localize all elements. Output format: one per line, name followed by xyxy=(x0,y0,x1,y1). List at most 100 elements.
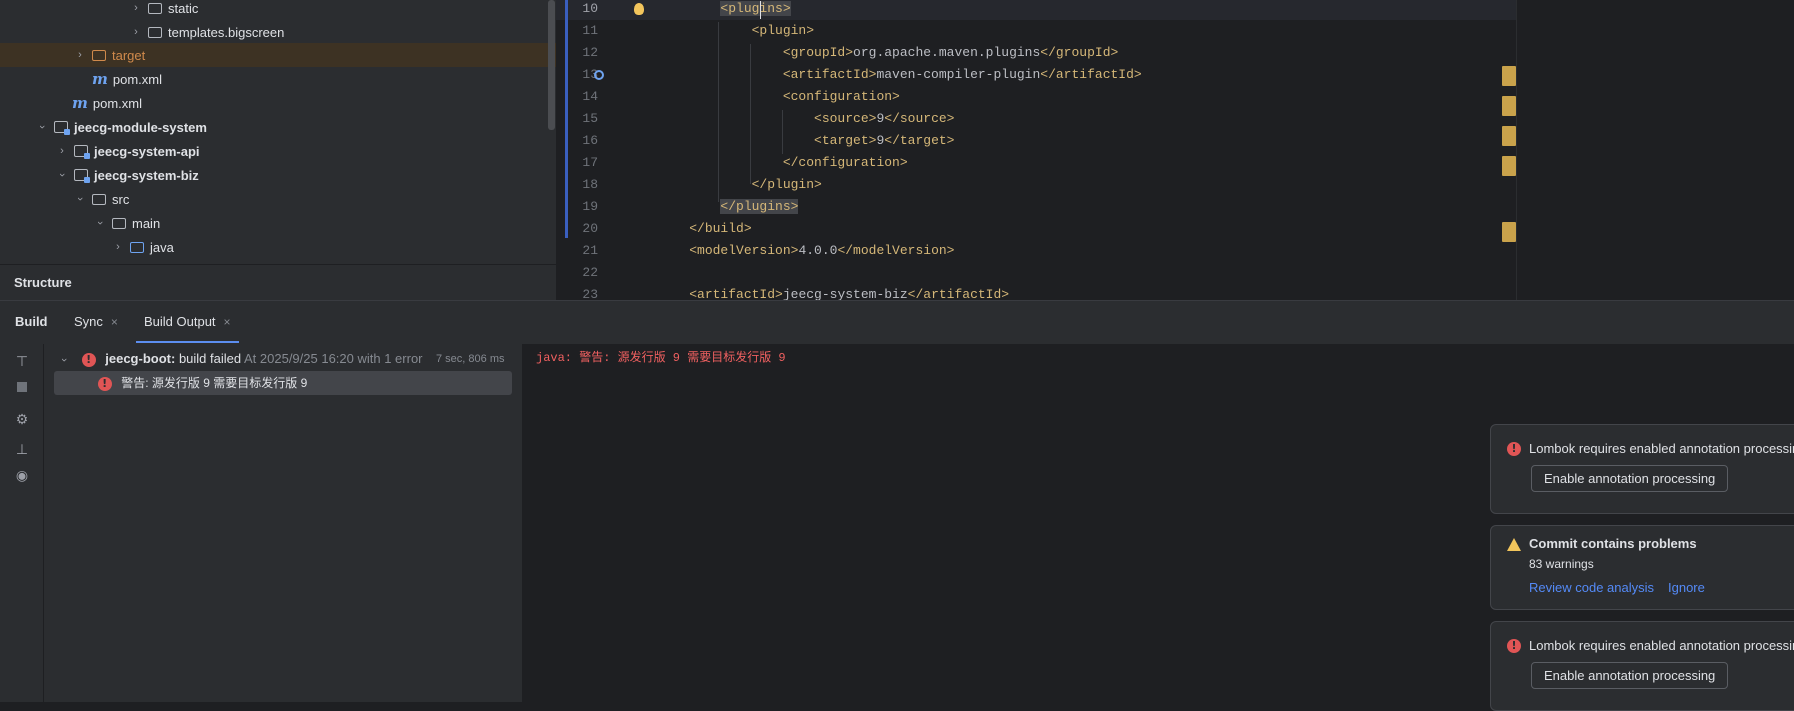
tree-item-label: src xyxy=(112,191,130,207)
chevron-right-icon[interactable]: › xyxy=(110,241,126,253)
code-line[interactable]: 11 <plugin> xyxy=(556,20,1516,42)
tree-item-templates-bigscreen[interactable]: › templates.bigscreen xyxy=(0,20,556,44)
error-icon: ! xyxy=(1507,442,1521,456)
close-icon[interactable]: × xyxy=(111,315,118,329)
tree-scrollbar[interactable] xyxy=(548,0,555,130)
tree-item-label: jeecg-module-system xyxy=(74,119,207,135)
tree-item-label: jeecg-system-api xyxy=(94,143,200,159)
change-marker[interactable] xyxy=(1502,66,1516,86)
stop-icon[interactable] xyxy=(13,378,31,396)
folder-icon xyxy=(112,217,126,229)
line-number: 13 xyxy=(582,67,598,82)
folder-icon xyxy=(92,193,106,205)
chevron-right-icon[interactable]: › xyxy=(128,26,144,38)
chevron-right-icon[interactable]: › xyxy=(72,49,88,61)
build-error-text: 警告: 源发行版 9 需要目标发行版 9 xyxy=(121,376,308,390)
tree-item-label: templates.bigscreen xyxy=(168,24,285,40)
code-line[interactable]: 18 </plugin> xyxy=(556,174,1516,196)
enable-annotation-processing-button[interactable]: Enable annotation processing xyxy=(1531,662,1729,689)
console-error-line: java: 警告: 源发行版 9 需要目标发行版 9 xyxy=(536,351,786,365)
project-tree: › static › templates.bigscreen › target … xyxy=(0,0,556,264)
chevron-down-icon[interactable]: › xyxy=(36,119,48,135)
review-code-analysis-link[interactable]: Review code analysis xyxy=(1529,580,1654,595)
change-marker[interactable] xyxy=(1502,222,1516,242)
folder-icon xyxy=(130,241,144,253)
eye-icon[interactable]: ◉ xyxy=(13,466,31,484)
chevron-down-icon[interactable]: › xyxy=(56,167,68,183)
line-number: 16 xyxy=(582,133,598,148)
folder-icon xyxy=(148,2,162,14)
maven-icon: m xyxy=(72,94,88,112)
line-number: 19 xyxy=(582,199,598,214)
pin-icon[interactable]: ⊥ xyxy=(13,440,31,458)
tree-item-jeecg-system-api[interactable]: › jeecg-system-api xyxy=(0,139,556,163)
code-line[interactable]: 19 </plugins> xyxy=(556,196,1516,218)
build-time: At 2025/9/25 16:20 with 1 error xyxy=(244,351,423,366)
change-marker[interactable] xyxy=(1502,156,1516,176)
error-icon: ! xyxy=(97,377,112,391)
build-root-row[interactable]: › ! jeecg-boot: build failed At 2025/9/2… xyxy=(56,347,423,371)
tree-item-main[interactable]: › main xyxy=(0,211,556,235)
tree-item-pom[interactable]: m pom.xml xyxy=(0,91,556,115)
line-number: 12 xyxy=(582,45,598,60)
maven-icon: m xyxy=(92,70,108,88)
code-line[interactable]: 15 <source>9</source> xyxy=(556,108,1516,130)
code-line[interactable]: 20 </build> xyxy=(556,218,1516,240)
notification-title: Commit contains problems xyxy=(1529,536,1697,551)
line-number: 21 xyxy=(582,243,598,258)
chevron-down-icon[interactable]: › xyxy=(74,191,86,207)
tree-item-label: pom.xml xyxy=(112,71,162,87)
code-text: <target>9</target> xyxy=(814,133,955,148)
build-error-row[interactable]: ! 警告: 源发行版 9 需要目标发行版 9 xyxy=(54,371,512,395)
build-root-name: jeecg-boot: xyxy=(105,351,176,366)
code-line[interactable]: 14 <configuration> xyxy=(556,86,1516,108)
line-number: 15 xyxy=(582,111,598,126)
code-line[interactable]: 21 <modelVersion>4.0.0</modelVersion> xyxy=(556,240,1516,262)
tree-item-jeecg-system-biz[interactable]: › jeecg-system-biz xyxy=(0,163,556,187)
code-line[interactable]: 12 <groupId>org.apache.maven.plugins</gr… xyxy=(556,42,1516,64)
close-icon[interactable]: × xyxy=(224,315,231,329)
code-editor[interactable]: 10 <plugins> 11 <plugin> 12 <groupId>org.a… xyxy=(556,0,1516,302)
code-text: </plugins> xyxy=(720,199,799,214)
tree-item-static[interactable]: › static xyxy=(0,0,556,20)
tab-build-output[interactable]: Build Output × xyxy=(136,301,239,343)
tree-item-pom[interactable]: m pom.xml xyxy=(0,67,556,91)
build-duration: 7 sec, 806 ms xyxy=(436,353,505,365)
structure-panel-header[interactable]: Structure xyxy=(0,264,556,300)
structure-title: Structure xyxy=(14,275,72,290)
tree-item-java[interactable]: › java xyxy=(0,235,556,259)
tree-item-label: jeecg-system-biz xyxy=(94,167,199,183)
change-marker[interactable] xyxy=(1502,96,1516,116)
module-icon xyxy=(54,121,70,135)
hammer-icon[interactable]: ⊤ xyxy=(13,352,31,370)
code-line[interactable]: 17 </configuration> xyxy=(556,152,1516,174)
code-text: <artifactId>maven-compiler-plugin</artif… xyxy=(782,67,1142,82)
tree-item-label: pom.xml xyxy=(92,95,142,111)
module-icon xyxy=(74,169,90,183)
chevron-right-icon[interactable]: › xyxy=(128,2,144,14)
ignore-link[interactable]: Ignore xyxy=(1668,580,1705,595)
code-line[interactable]: 10 <plugins> xyxy=(556,0,1516,20)
code-line[interactable]: 16 <target>9</target> xyxy=(556,130,1516,152)
tree-item-src[interactable]: › src xyxy=(0,187,556,211)
code-text: <configuration> xyxy=(782,89,900,104)
code-line[interactable]: 22 xyxy=(556,262,1516,284)
lightbulb-icon[interactable] xyxy=(634,3,644,15)
chevron-right-icon[interactable]: › xyxy=(54,145,70,157)
code-line[interactable]: 13 <artifactId>maven-compiler-plugin</ar… xyxy=(556,64,1516,86)
tree-item-target[interactable]: › target xyxy=(0,43,556,67)
code-text: <source>9</source> xyxy=(814,111,955,126)
change-marker[interactable] xyxy=(1502,126,1516,146)
code-text: <plugins> xyxy=(720,1,791,16)
tab-build[interactable]: Build xyxy=(15,301,48,343)
tree-item-jeecg-module-system[interactable]: › jeecg-module-system xyxy=(0,115,556,139)
chevron-down-icon[interactable]: › xyxy=(94,215,106,231)
override-gutter-icon[interactable] xyxy=(594,70,604,80)
chevron-down-icon[interactable]: › xyxy=(52,352,76,368)
notification-lombok: ! Lombok requires enabled annotation pro… xyxy=(1490,621,1794,711)
tab-sync[interactable]: Sync × xyxy=(74,301,118,343)
gear-icon[interactable]: ⚙ xyxy=(13,410,31,428)
error-icon: ! xyxy=(1507,639,1521,653)
code-text: </plugin> xyxy=(751,177,822,192)
enable-annotation-processing-button[interactable]: Enable annotation processing xyxy=(1531,465,1729,492)
